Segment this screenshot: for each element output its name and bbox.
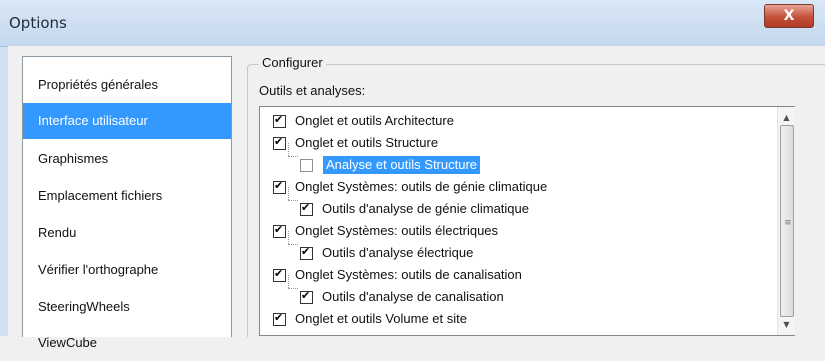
- tree-connector: [288, 156, 298, 157]
- item-label: Outils d'analyse de génie climatique: [322, 201, 529, 216]
- sidebar-item-user-interface[interactable]: Interface utilisateur: [23, 103, 231, 139]
- checkbox[interactable]: [300, 201, 313, 216]
- sidebar-item-general[interactable]: Propriétés générales: [23, 67, 231, 103]
- checkbox[interactable]: [300, 159, 313, 172]
- item-label: Analyse et outils Structure: [323, 156, 481, 174]
- checkbox[interactable]: [273, 113, 286, 128]
- checkbox[interactable]: [300, 245, 313, 260]
- item-label: Onglet et outils Structure: [295, 135, 439, 150]
- triangle-down-icon: ▼: [783, 320, 790, 329]
- tree-connector: [288, 200, 298, 201]
- tree-connector: [288, 244, 298, 245]
- checkbox[interactable]: [273, 267, 286, 282]
- configure-legend: Configurer: [259, 55, 326, 70]
- sidebar-item-spelling[interactable]: Vérifier l'orthographe: [23, 252, 231, 288]
- triangle-up-icon: ▲: [783, 113, 790, 122]
- tree-connector: [288, 143, 289, 156]
- scroll-down-button[interactable]: ▼: [778, 316, 795, 333]
- grip-icon: ≡: [784, 218, 792, 228]
- scroll-thumb[interactable]: ≡: [780, 125, 794, 317]
- sidebar-item-file-locations[interactable]: Emplacement fichiers: [23, 178, 231, 214]
- checkbox[interactable]: [273, 311, 286, 326]
- tree-connector: [288, 187, 289, 200]
- tools-checklist: Onglet et outils Architecture Onglet et …: [259, 106, 795, 336]
- tree-connector: [288, 231, 289, 244]
- item-label: Outils d'analyse électrique: [322, 245, 474, 260]
- tree-connector: [288, 288, 298, 289]
- checkbox[interactable]: [273, 135, 286, 150]
- item-label: Onglet Systèmes: outils de génie climati…: [295, 179, 548, 194]
- tree-connector: [288, 275, 289, 288]
- item-label: Outils d'analyse de canalisation: [322, 289, 504, 304]
- tools-label: Outils et analyses:: [259, 83, 366, 98]
- scroll-up-button[interactable]: ▲: [778, 109, 795, 126]
- close-button[interactable]: X: [764, 4, 814, 28]
- item-label: Onglet Systèmes: outils de canalisation: [295, 267, 522, 282]
- sidebar-item-steeringwheels[interactable]: SteeringWheels: [23, 289, 231, 325]
- options-dialog: Options X Propriétés générales Interface…: [0, 0, 825, 350]
- sidebar-item-graphics[interactable]: Graphismes: [23, 141, 231, 177]
- dialog-content: Propriétés générales Interface utilisate…: [8, 46, 825, 350]
- item-label: Onglet et outils Volume et site: [295, 311, 467, 326]
- close-icon: X: [783, 8, 795, 24]
- sidebar-item-viewcube[interactable]: ViewCube: [23, 325, 231, 361]
- checkbox[interactable]: [273, 223, 286, 238]
- item-label: Onglet et outils Architecture: [295, 113, 454, 128]
- title-bar: Options X: [0, 0, 825, 47]
- options-sidebar: Propriétés générales Interface utilisate…: [22, 56, 232, 350]
- window-title: Options: [9, 14, 67, 32]
- sidebar-item-rendering[interactable]: Rendu: [23, 215, 231, 251]
- checkbox[interactable]: [273, 179, 286, 194]
- item-label: Onglet Systèmes: outils électriques: [295, 223, 499, 238]
- vertical-scrollbar[interactable]: ▲ ≡ ▼: [777, 107, 795, 335]
- checkbox[interactable]: [300, 289, 313, 304]
